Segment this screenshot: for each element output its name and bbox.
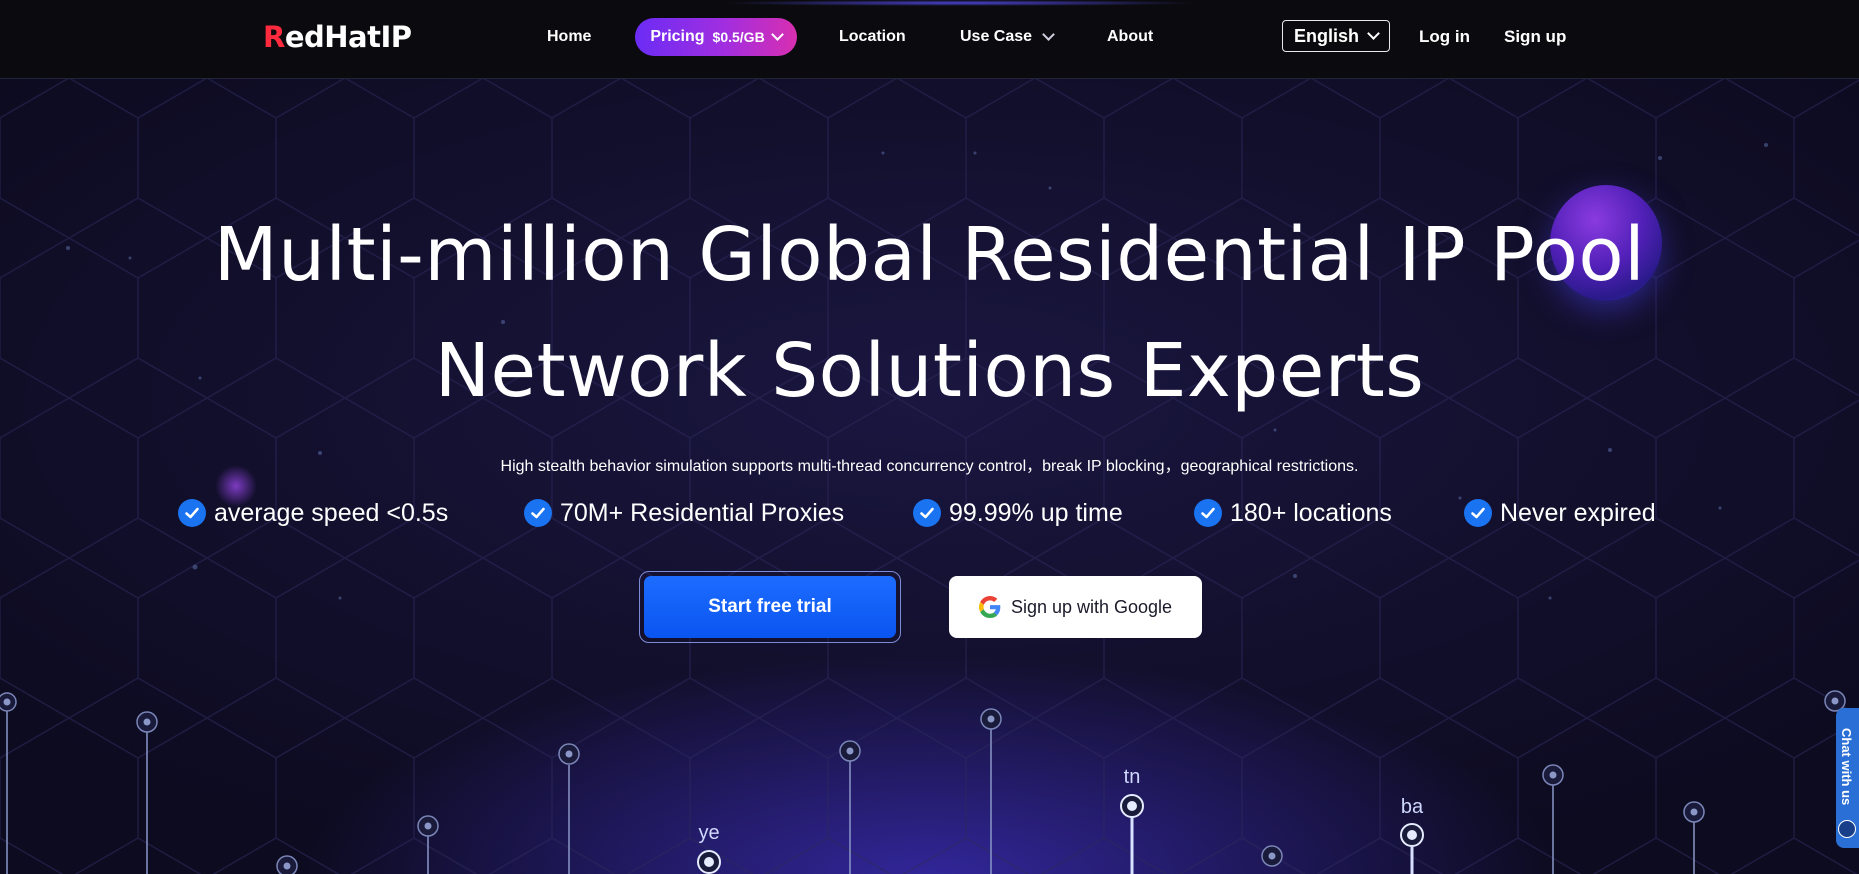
chevron-down-icon [1367,27,1380,40]
start-free-trial-label: Start free trial [644,576,896,638]
nav-use-case-label: Use Case [960,28,1033,45]
language-select[interactable]: English [1282,20,1390,52]
language-value: English [1293,25,1359,46]
google-icon [978,596,1001,618]
nav-location[interactable]: Location [839,24,906,50]
pricing-price: $0.5/GB [712,29,765,45]
nav-use-case[interactable]: Use Case [960,24,1055,50]
nav-pricing[interactable]: Pricing $0.5/GB [635,18,797,56]
chat-label: Chat with us [1839,728,1854,806]
hero-title-line2: Network Solutions Experts [434,328,1425,414]
check-icon [913,499,941,527]
check-icon [1464,499,1492,527]
logo-prefix: R [263,20,285,54]
chevron-down-icon [1042,28,1055,41]
nav-home[interactable]: Home [547,24,591,50]
check-icon [1194,499,1222,527]
hero-subtitle: High stealth behavior simulation support… [500,458,1359,475]
feature-item: 70M+ Residential Proxies [524,497,844,529]
feature-item: Never expired [1464,497,1656,529]
map-label-ye: ye [698,822,720,844]
chevron-down-icon [770,28,784,41]
logo[interactable]: RedHatIP [263,18,412,56]
google-signup-label: Sign up with Google [1010,596,1173,617]
feature-label: 180+ locations [1230,498,1392,527]
check-icon [178,499,206,527]
check-icon [524,499,552,527]
pricing-label: Pricing [650,28,705,45]
start-free-trial-button[interactable]: Start free trial [639,571,901,643]
chat-with-us-tab[interactable]: Chat with us [1836,708,1859,848]
header-glow [720,0,1200,6]
landing-page: ye tn ba RedHatIP Home Pricing $0.5/GB L… [0,0,1859,874]
hero-title-line1: Multi-million Global Residential IP Pool [213,212,1646,298]
chat-icon [1838,820,1856,838]
feature-item: 99.99% up time [913,497,1123,529]
map-label-tn: tn [1123,766,1141,788]
feature-item: average speed <0.5s [178,497,448,529]
top-navbar: RedHatIP Home Pricing $0.5/GB Location U… [0,0,1859,79]
feature-item: 180+ locations [1194,497,1392,529]
google-signup-button[interactable]: Sign up with Google [949,576,1202,638]
feature-label: Never expired [1500,498,1656,527]
logo-text: edHatIP [284,20,412,54]
login-link[interactable]: Log in [1419,24,1470,50]
feature-label: 99.99% up time [949,498,1123,527]
signup-link[interactable]: Sign up [1504,24,1566,50]
feature-label: average speed <0.5s [214,498,449,527]
map-label-ba: ba [1400,796,1424,818]
nav-about[interactable]: About [1107,24,1153,50]
feature-label: 70M+ Residential Proxies [560,498,845,527]
